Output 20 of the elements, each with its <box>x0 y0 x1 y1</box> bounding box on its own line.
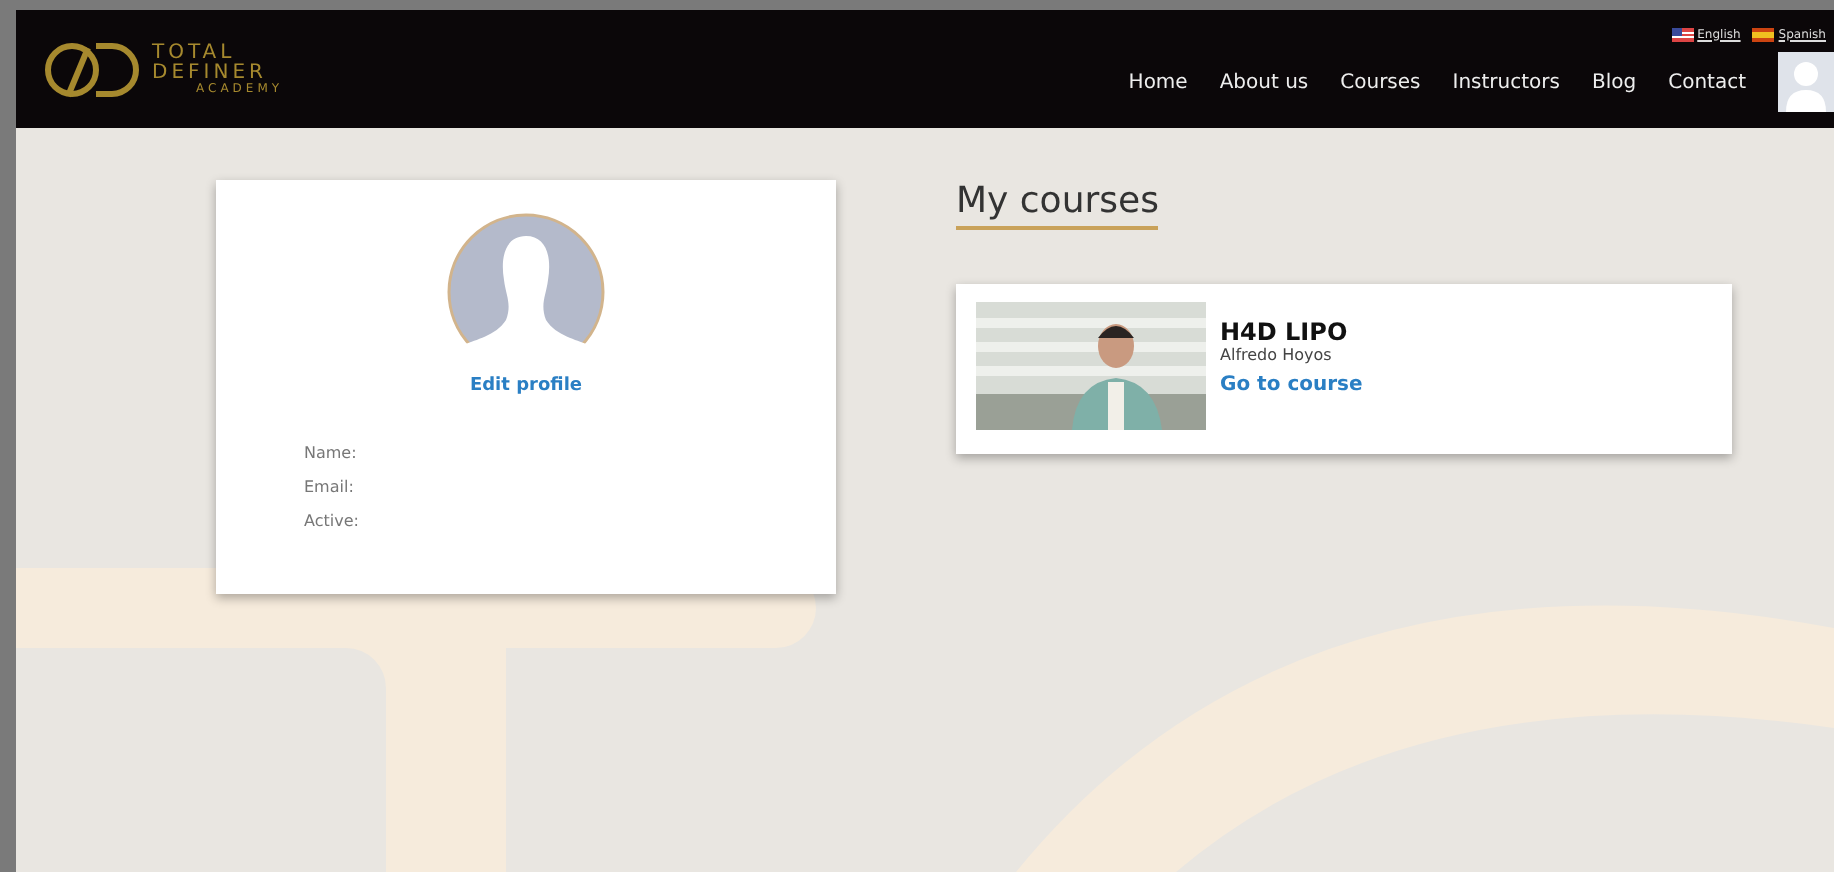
section-title: My courses <box>956 180 1159 230</box>
avatar-icon[interactable] <box>1778 52 1834 112</box>
instructor-name: Alfredo Hoyos <box>1220 346 1334 364</box>
nav-link[interactable]: Contact <box>1668 71 1746 93</box>
field-label: Name: <box>304 444 359 462</box>
logo-text: TOTAL <box>152 43 238 63</box>
go-to-course-link[interactable]: Go to course <box>1220 374 1363 396</box>
nav-link[interactable]: About us <box>1219 71 1309 93</box>
field-label: Email: <box>304 478 356 496</box>
nav-link[interactable]: Courses <box>1340 71 1421 93</box>
avatar-icon <box>446 212 606 372</box>
course-title: H4D LIPO <box>1220 318 1350 346</box>
flag-icon <box>1752 27 1775 41</box>
nav-link[interactable]: Blog <box>1591 71 1637 93</box>
nav-link[interactable]: Instructors <box>1452 71 1560 93</box>
field-label: Active: <box>304 512 359 530</box>
flag-icon <box>1671 27 1694 41</box>
nav-link[interactable]: Home <box>1128 71 1188 93</box>
edit-profile-link[interactable]: Edit profile <box>469 376 583 396</box>
logo-text: DEFINER <box>152 63 269 83</box>
